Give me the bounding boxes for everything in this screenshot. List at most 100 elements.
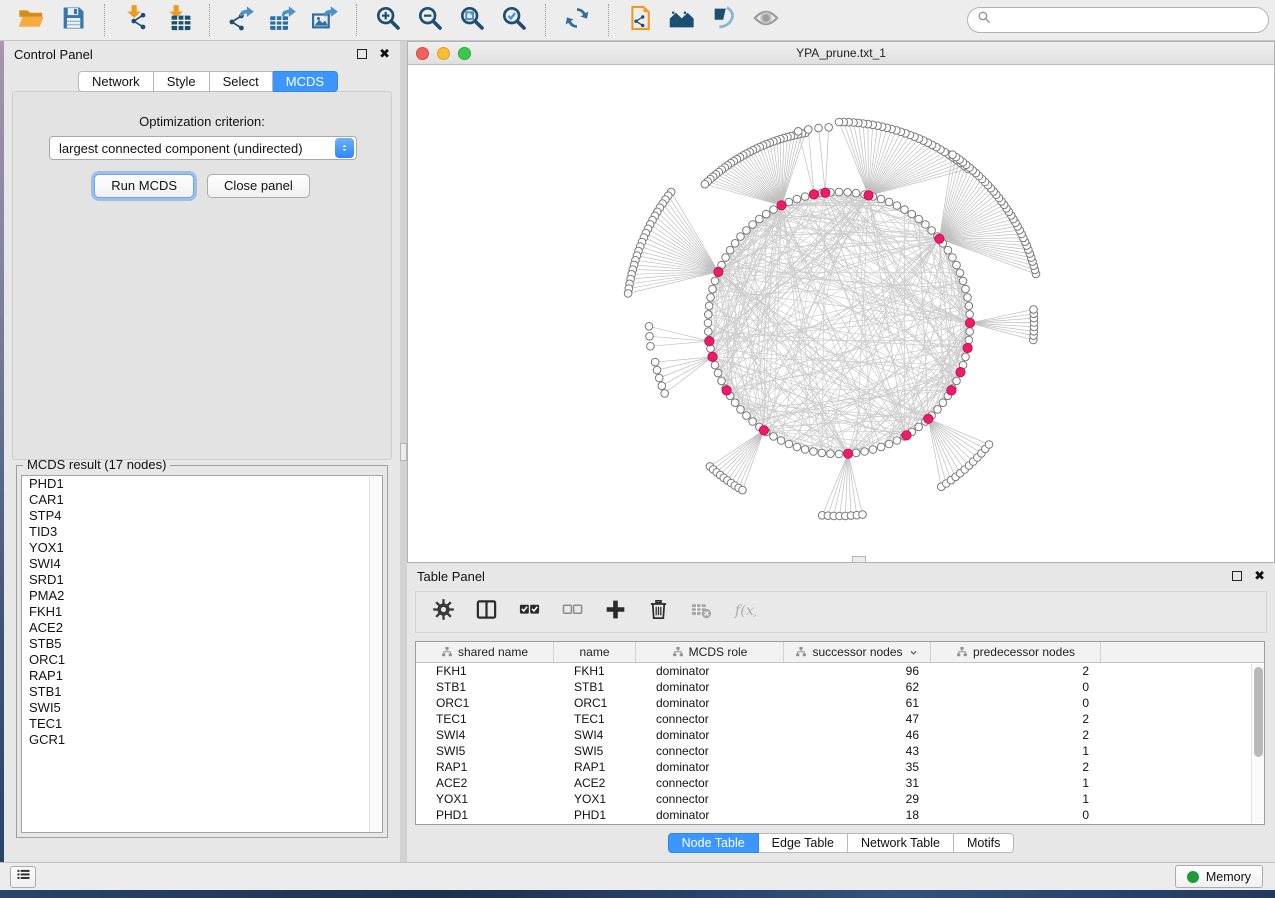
tab-mcds[interactable]: MCDS bbox=[273, 71, 338, 92]
mcds-result-item[interactable]: PHD1 bbox=[22, 476, 382, 492]
horizontal-splitter-handle[interactable] bbox=[852, 556, 866, 563]
table-row[interactable]: STB1STB1dominator620 bbox=[416, 679, 1264, 695]
table-row[interactable]: YOX1YOX1connector291 bbox=[416, 791, 1264, 807]
export-network-icon bbox=[227, 4, 255, 37]
search-field[interactable] bbox=[967, 7, 1269, 33]
table-row[interactable]: PHD1PHD1dominator180 bbox=[416, 807, 1264, 823]
mcds-list-scrollbar[interactable] bbox=[369, 476, 382, 832]
mcds-result-item[interactable]: ORC1 bbox=[22, 652, 382, 668]
mcds-result-item[interactable]: PMA2 bbox=[22, 588, 382, 604]
create-column-icon bbox=[604, 598, 627, 626]
mcds-result-list[interactable]: PHD1CAR1STP4TID3YOX1SWI4SRD1PMA2FKH1ACE2… bbox=[21, 475, 383, 833]
float-panel-icon[interactable] bbox=[357, 49, 367, 59]
mcds-result-item[interactable]: GCR1 bbox=[22, 732, 382, 748]
table-cell: 0 bbox=[931, 695, 1101, 711]
table-cell: 62 bbox=[784, 679, 931, 695]
table-row[interactable]: ORC1ORC1dominator610 bbox=[416, 695, 1264, 711]
close-panel-icon[interactable]: ✖ bbox=[379, 49, 390, 59]
export-table-button[interactable] bbox=[265, 4, 301, 36]
save-session-button[interactable] bbox=[55, 4, 91, 36]
mcds-result-item[interactable]: SWI5 bbox=[22, 700, 382, 716]
create-column-button[interactable] bbox=[602, 599, 628, 625]
network-window-titlebar[interactable]: YPA_prune.txt_1 bbox=[408, 42, 1274, 65]
optimization-criterion-select[interactable]: largest connected component (undirected) bbox=[49, 136, 357, 160]
delete-column-icon bbox=[647, 598, 670, 626]
tab-style[interactable]: Style bbox=[154, 71, 210, 92]
zoom-out-button[interactable] bbox=[412, 4, 448, 36]
table-row[interactable]: ACE2ACE2connector311 bbox=[416, 775, 1264, 791]
deselect-all-button[interactable] bbox=[559, 599, 585, 625]
status-bar: Memory bbox=[0, 862, 1275, 890]
open-file-button[interactable] bbox=[13, 4, 49, 36]
table-row[interactable]: TEC1TEC1connector472 bbox=[416, 711, 1264, 727]
mcds-result-item[interactable]: SWI4 bbox=[22, 556, 382, 572]
table-panel-title: Table Panel bbox=[417, 569, 485, 584]
zoom-selected-button[interactable] bbox=[496, 4, 532, 36]
mcds-result-item[interactable]: RAP1 bbox=[22, 668, 382, 684]
control-panel-header: Control Panel ✖ bbox=[4, 41, 400, 67]
search-input[interactable] bbox=[997, 9, 1259, 31]
refresh-button[interactable] bbox=[559, 4, 595, 36]
zoom-fit-button[interactable] bbox=[454, 4, 490, 36]
table-row[interactable]: FKH1FKH1dominator962 bbox=[416, 663, 1264, 679]
tab-edge-table[interactable]: Edge Table bbox=[759, 833, 848, 853]
task-history-button[interactable] bbox=[10, 866, 36, 888]
table-panel-header: Table Panel ✖ bbox=[407, 563, 1275, 589]
table-cell: dominator bbox=[636, 695, 784, 711]
delete-column-button[interactable] bbox=[645, 599, 671, 625]
function-builder-icon: f(x) bbox=[733, 598, 756, 626]
import-network-button[interactable] bbox=[118, 4, 154, 36]
table-float-icon[interactable] bbox=[1232, 571, 1242, 581]
select-stepper-icon bbox=[335, 138, 354, 158]
tab-node-table[interactable]: Node Table bbox=[668, 833, 759, 853]
clone-network-button[interactable] bbox=[622, 4, 658, 36]
table-settings-button[interactable] bbox=[430, 599, 456, 625]
table-scrollbar-thumb[interactable] bbox=[1254, 667, 1263, 757]
zoom-in-button[interactable] bbox=[370, 4, 406, 36]
find-button[interactable] bbox=[664, 4, 700, 36]
column-header-predecessor-nodes[interactable]: predecessor nodes bbox=[931, 642, 1101, 662]
table-cell: FKH1 bbox=[554, 663, 636, 679]
run-mcds-button[interactable]: Run MCDS bbox=[94, 174, 194, 198]
mcds-result-item[interactable]: TID3 bbox=[22, 524, 382, 540]
mcds-result-item[interactable]: STB1 bbox=[22, 684, 382, 700]
import-table-button[interactable] bbox=[160, 4, 196, 36]
close-panel-button[interactable]: Close panel bbox=[207, 174, 310, 198]
column-header-MCDS-role[interactable]: MCDS role bbox=[636, 642, 784, 662]
network-canvas[interactable] bbox=[408, 65, 1274, 562]
svg-text:f(x): f(x) bbox=[733, 603, 755, 619]
toggle-graphics-details-button[interactable] bbox=[706, 4, 742, 36]
select-all-button[interactable] bbox=[516, 599, 542, 625]
mcds-result-item[interactable]: TEC1 bbox=[22, 716, 382, 732]
show-columns-button[interactable] bbox=[473, 599, 499, 625]
mcds-result-item[interactable]: STP4 bbox=[22, 508, 382, 524]
mcds-result-item[interactable]: YOX1 bbox=[22, 540, 382, 556]
table-scrollbar[interactable] bbox=[1251, 664, 1264, 823]
vertical-splitter[interactable] bbox=[400, 41, 407, 862]
table-close-icon[interactable]: ✖ bbox=[1254, 571, 1265, 581]
show-graphics-details-button[interactable] bbox=[748, 4, 784, 36]
tab-network-table[interactable]: Network Table bbox=[848, 833, 954, 853]
splitter-handle[interactable] bbox=[400, 443, 407, 461]
export-network-button[interactable] bbox=[223, 4, 259, 36]
table-row[interactable]: SWI5SWI5connector431 bbox=[416, 743, 1264, 759]
table-row[interactable]: RAP1RAP1dominator352 bbox=[416, 759, 1264, 775]
column-header-shared-name[interactable]: shared name bbox=[416, 642, 554, 662]
network-graph[interactable] bbox=[408, 65, 1274, 562]
mcds-result-item[interactable]: STB5 bbox=[22, 636, 382, 652]
mcds-result-item[interactable]: ACE2 bbox=[22, 620, 382, 636]
tab-motifs[interactable]: Motifs bbox=[954, 833, 1014, 853]
show-graphics-details-icon bbox=[752, 4, 780, 37]
table-row[interactable]: SWI4SWI4dominator462 bbox=[416, 727, 1264, 743]
tab-select[interactable]: Select bbox=[210, 71, 273, 92]
table-cell: ACE2 bbox=[416, 775, 554, 791]
column-header-successor-nodes[interactable]: successor nodes bbox=[784, 642, 931, 662]
memory-button[interactable]: Memory bbox=[1175, 865, 1263, 888]
column-header-name[interactable]: name bbox=[554, 642, 636, 662]
mcds-result-item[interactable]: SRD1 bbox=[22, 572, 382, 588]
mcds-result-item[interactable]: CAR1 bbox=[22, 492, 382, 508]
tab-network[interactable]: Network bbox=[78, 71, 154, 92]
export-image-button[interactable] bbox=[307, 4, 343, 36]
zoom-fit-icon bbox=[458, 4, 486, 37]
mcds-result-item[interactable]: FKH1 bbox=[22, 604, 382, 620]
